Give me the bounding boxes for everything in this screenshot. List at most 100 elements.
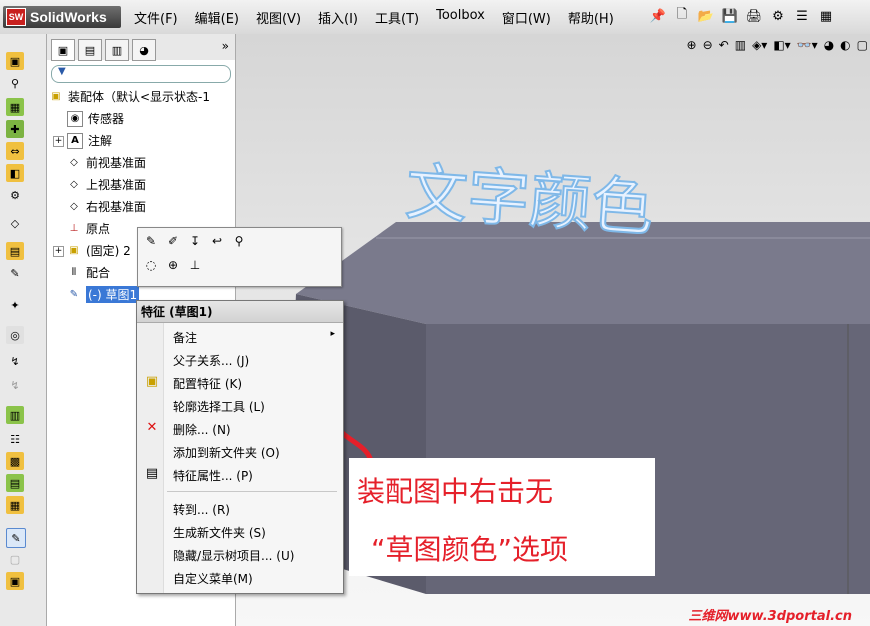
large-assembly-icon[interactable]: ▤ [6, 474, 24, 492]
smart-dimension-icon[interactable]: ▢ [6, 550, 24, 568]
menu-item-configure-feature[interactable]: 配置特征 (K) [173, 375, 242, 392]
menu-item-add-folder[interactable]: 添加到新文件夹 (O) [173, 444, 280, 461]
tree-item-sensors[interactable]: ◉ 传感器 [67, 110, 124, 127]
title-bar: SW SolidWorks 文件(F) 编辑(E) 视图(V) 插入(I) 工具(… [0, 0, 870, 35]
menu-window[interactable]: 窗口(W) [502, 8, 551, 27]
menu-toolbox[interactable]: Toolbox [436, 8, 485, 27]
clearance-icon[interactable]: ↯ [6, 352, 24, 370]
cut-list-icon[interactable]: ▣ [6, 572, 24, 590]
sketch-icon[interactable]: ✎ [6, 528, 26, 548]
show-hidden-icon[interactable]: ◧ [6, 164, 24, 182]
menu-item-comment[interactable]: 备注 [173, 329, 197, 346]
configure-feature-icon: ▣ [145, 373, 159, 389]
pin-icon[interactable]: 📌 [648, 6, 668, 26]
tab-property-manager[interactable]: ▤ [78, 39, 102, 61]
tree-item-label: 前视基准面 [86, 156, 147, 170]
smart-fasteners-icon[interactable]: ✚ [6, 120, 24, 138]
tree-item-origin[interactable]: ⊥ 原点 [67, 220, 110, 237]
expand-annotations-icon[interactable]: + [53, 136, 64, 147]
tree-item-label: 配合 [86, 266, 111, 280]
sw-logo-icon: SW [6, 8, 26, 26]
tree-item-label: 原点 [86, 222, 111, 236]
mates-icon: ⦀ [71, 267, 77, 278]
tree-root-label: 装配体（默认<显示状态-1 [68, 90, 211, 104]
tree-item-sketch1[interactable]: ✎ (-) 草图1 [67, 286, 140, 303]
menu-item-hide-show-tree[interactable]: 隐藏/显示树项目... (U) [173, 547, 294, 564]
filter-icon: ▼ [58, 66, 66, 77]
rollback-icon[interactable]: ↧ [186, 232, 204, 250]
instant3d-icon[interactable]: ▩ [6, 452, 24, 470]
zoom-to-selection-icon[interactable]: ⊕ [164, 256, 182, 274]
print-icon[interactable]: 🖨 [744, 6, 764, 26]
menu-view[interactable]: 视图(V) [256, 8, 301, 27]
hole-alignment-icon[interactable]: ↯ [6, 376, 24, 394]
menu-item-feature-properties[interactable]: 特征属性... (P) [173, 467, 253, 484]
exploded-view-icon[interactable]: ✦ [6, 296, 24, 314]
new-motion-study-icon[interactable]: ▤ [6, 242, 24, 260]
hide-icon[interactable]: ◌ [142, 256, 160, 274]
delete-icon: ✕ [146, 419, 158, 435]
linear-pattern-icon[interactable]: ▦ [6, 98, 24, 116]
plane-icon: ◇ [70, 201, 78, 212]
sensor-icon: ◉ [67, 110, 83, 127]
menu-edit[interactable]: 编辑(E) [195, 8, 239, 27]
menu-insert[interactable]: 插入(I) [318, 8, 358, 27]
tree-item-mates[interactable]: ⦀ 配合 [67, 264, 110, 281]
reference-geometry-icon[interactable]: ◇ [6, 214, 24, 232]
attach-icon[interactable]: ⚲ [230, 232, 248, 250]
menu-tools[interactable]: 工具(T) [375, 8, 419, 27]
menu-file[interactable]: 文件(F) [134, 8, 178, 27]
new-document-icon[interactable]: 🗋 [672, 6, 692, 26]
tab-display-manager[interactable]: ◕ [132, 39, 156, 61]
expand-part-icon[interactable]: + [53, 246, 64, 257]
menu-item-parent-child[interactable]: 父子关系... (J) [173, 352, 249, 369]
tree-item-front-plane[interactable]: ◇ 前视基准面 [67, 154, 146, 171]
part-icon: ▣ [69, 245, 79, 256]
menu-icon-gutter [137, 323, 164, 593]
logo-text: SolidWorks [30, 9, 107, 25]
mate-icon[interactable]: ⚲ [6, 74, 24, 92]
assembly-icon: ▣ [51, 91, 61, 102]
annotation-callout: 装配图中右击无 “草图颜色”选项 [349, 458, 655, 576]
tree-item-top-plane[interactable]: ◇ 上视基准面 [67, 176, 146, 193]
menu-bar: 文件(F) 编辑(E) 视图(V) 插入(I) 工具(T) Toolbox 窗口… [134, 8, 631, 27]
tree-item-label: (-) 草图1 [86, 286, 140, 303]
assembly-visualization-icon[interactable]: ▥ [6, 406, 24, 424]
save-icon[interactable]: 💾 [720, 6, 740, 26]
options-2-icon[interactable]: ▦ [816, 6, 836, 26]
menu-item-goto[interactable]: 转到... (R) [173, 501, 230, 518]
standard-toolbar: 📌 🗋 📂 💾 🖨 ⚙ ☰ ▦ [648, 6, 836, 26]
interference-detection-icon[interactable]: ◎ [6, 326, 24, 344]
tab-feature-manager[interactable]: ▣ [51, 39, 75, 61]
go-to-parent-icon[interactable]: ↩ [208, 232, 226, 250]
tree-item-label: 右视基准面 [86, 200, 147, 214]
tab-configuration-manager[interactable]: ▥ [105, 39, 129, 61]
insert-component-icon[interactable]: ▣ [6, 52, 24, 70]
menu-help[interactable]: 帮助(H) [568, 8, 614, 27]
plane-icon: ◇ [70, 157, 78, 168]
bill-of-materials-icon[interactable]: ✎ [6, 264, 24, 282]
menu-item-contour-select[interactable]: 轮廓选择工具 (L) [173, 398, 265, 415]
tree-item-right-plane[interactable]: ◇ 右视基准面 [67, 198, 146, 215]
performance-evaluation-icon[interactable]: ☷ [6, 430, 24, 448]
options-icon[interactable]: ☰ [792, 6, 812, 26]
menu-item-delete[interactable]: 删除... (N) [173, 421, 231, 438]
edit-sketch-icon[interactable]: ✎ [142, 232, 160, 250]
menu-item-new-folder[interactable]: 生成新文件夹 (S) [173, 524, 266, 541]
tree-item-annotations[interactable]: A 注解 [67, 132, 112, 149]
rebuild-icon[interactable]: ⚙ [768, 6, 788, 26]
assembly-features-icon[interactable]: ⚙ [6, 186, 24, 204]
tree-item-fixed-part[interactable]: ▣ (固定) 2 [67, 242, 131, 259]
edit-feature-icon[interactable]: ✐ [164, 232, 182, 250]
expand-chevron-icon[interactable]: » [222, 39, 229, 60]
move-component-icon[interactable]: ⇔ [6, 142, 24, 160]
tree-filter[interactable]: ▼ [51, 65, 231, 83]
tree-root-assembly[interactable]: ▣ 装配体（默认<显示状态-1 [49, 88, 210, 105]
speedpak-icon[interactable]: ▦ [6, 496, 24, 514]
open-folder-icon[interactable]: 📂 [696, 6, 716, 26]
menu-item-customize-menu[interactable]: 自定义菜单(M) [173, 570, 253, 587]
normal-to-icon[interactable]: ⊥ [186, 256, 204, 274]
menu-separator [167, 491, 337, 492]
tree-item-label: 传感器 [88, 112, 125, 126]
tree-item-label: 上视基准面 [86, 178, 147, 192]
